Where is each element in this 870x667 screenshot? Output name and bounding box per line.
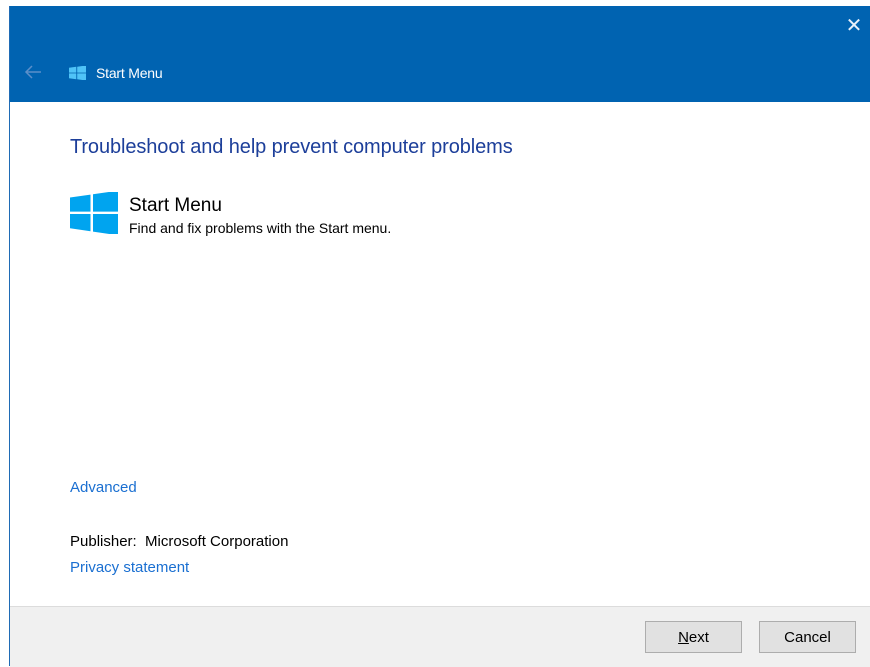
publisher-label: Publisher:: [70, 533, 137, 550]
publisher-value: Microsoft Corporation: [145, 533, 289, 550]
next-button[interactable]: Next: [645, 621, 742, 653]
next-label: ext: [688, 628, 709, 646]
next-access-key: N: [678, 628, 689, 646]
back-arrow-icon: [24, 65, 41, 79]
troubleshooter-title: Start Menu: [129, 195, 222, 216]
footer-bar: Next Cancel: [10, 606, 870, 667]
title-bar: ✕ Start Menu: [10, 6, 870, 102]
close-button[interactable]: ✕: [844, 16, 864, 36]
close-icon: ✕: [845, 15, 863, 37]
troubleshooter-description: Find and fix problems with the Start men…: [129, 220, 392, 236]
troubleshooter-window: ✕ Start Menu Troubleshoot and help preve…: [9, 6, 870, 667]
cancel-button[interactable]: Cancel: [759, 621, 856, 653]
publisher-info: Publisher: Microsoft Corporation: [70, 533, 288, 550]
windows-logo-icon: [69, 66, 86, 80]
window-title: Start Menu: [96, 65, 163, 81]
page-heading: Troubleshoot and help prevent computer p…: [70, 136, 513, 158]
privacy-statement-link[interactable]: Privacy statement: [70, 559, 189, 576]
advanced-link[interactable]: Advanced: [70, 479, 137, 496]
back-button[interactable]: [23, 63, 43, 81]
windows-logo-icon: [70, 192, 118, 234]
